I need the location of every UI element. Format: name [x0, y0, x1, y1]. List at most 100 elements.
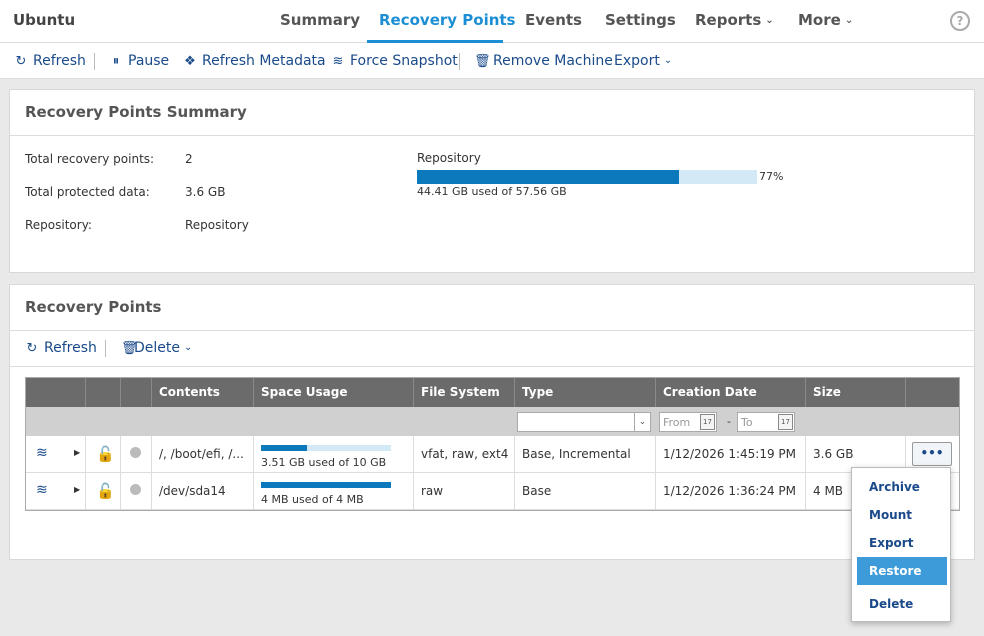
repository-usage-text: 44.41 GB used of 57.56 GB	[417, 185, 567, 198]
chevron-down-icon: ⌄	[634, 413, 650, 431]
header-creation-date[interactable]: Creation Date	[656, 378, 806, 407]
tab-recovery-points-label: Recovery Points	[379, 11, 516, 29]
tab-summary[interactable]: Summary	[280, 11, 360, 29]
space-usage-cell: 4 MB used of 4 MB	[254, 473, 414, 510]
pause-button[interactable]: ⏸ Pause	[109, 53, 169, 69]
space-usage-bar	[261, 445, 391, 451]
from-date-input[interactable]: From 17	[659, 412, 717, 432]
pause-button-label: Pause	[128, 53, 170, 69]
force-snapshot-button[interactable]: ≋ Force Snapshot	[331, 53, 458, 69]
space-usage-text: 3.51 GB used of 10 GB	[261, 456, 387, 469]
creation-date-cell: 1/12/2026 1:36:24 PM	[656, 473, 806, 510]
total-protected-data-label: Total protected data:	[25, 185, 150, 199]
repository-usage-fill	[417, 170, 679, 184]
header-size[interactable]: Size	[806, 378, 906, 407]
menu-item-restore[interactable]: Restore	[857, 557, 947, 585]
type-cell: Base, Incremental	[515, 436, 656, 473]
file-system-cell: raw	[414, 473, 515, 510]
delete-dropdown-button[interactable]: 🗑Delete ⌄	[121, 340, 192, 356]
recovery-points-grid: Contents Space Usage File System Type Cr…	[25, 377, 960, 511]
table-row[interactable]: ≋ ▶ 🔓 /, /boot/efi, /... 3.51 GB used of …	[26, 436, 959, 473]
header-type[interactable]: Type	[515, 378, 656, 407]
unlocked-icon: 🔓	[86, 436, 121, 473]
row-actions-menu: Archive Mount Export Restore Delete	[851, 467, 951, 622]
row-actions-button[interactable]: •••	[912, 442, 952, 466]
recovery-points-panel-title: Recovery Points	[10, 285, 974, 331]
date-range-dash: -	[727, 415, 731, 428]
tab-settings-label: Settings	[605, 11, 676, 29]
tab-events[interactable]: Events	[525, 11, 582, 29]
tab-reports-label: Reports	[695, 11, 762, 29]
grid-header: Contents Space Usage File System Type Cr…	[26, 378, 959, 407]
menu-item-archive[interactable]: Archive	[857, 473, 947, 501]
recovery-points-toolbar: ↻ Refresh 🗑Delete ⌄	[10, 331, 974, 367]
space-usage-cell: 3.51 GB used of 10 GB	[254, 436, 414, 473]
type-filter-select[interactable]: ⌄	[517, 412, 651, 432]
header-lock-col	[86, 378, 121, 407]
tab-events-label: Events	[525, 11, 582, 29]
tab-more[interactable]: More ⌄	[798, 11, 853, 29]
force-snapshot-label: Force Snapshot	[350, 53, 458, 69]
snapshot-icon: ≋	[332, 54, 344, 69]
total-recovery-points-value: 2	[185, 152, 193, 166]
refresh-button[interactable]: ↻ Refresh	[14, 53, 86, 69]
menu-item-mount[interactable]: Mount	[857, 501, 947, 529]
tab-recovery-points[interactable]: Recovery Points	[379, 11, 516, 29]
creation-date-cell: 1/12/2026 1:45:19 PM	[656, 436, 806, 473]
contents-cell: /, /boot/efi, /...	[152, 436, 254, 473]
pause-icon: ⏸	[112, 54, 120, 69]
refresh-icon: ↻	[15, 54, 27, 69]
tab-reports[interactable]: Reports ⌄	[695, 11, 774, 29]
toolbar-divider	[459, 53, 460, 70]
menu-item-delete[interactable]: Delete	[857, 590, 947, 618]
from-date-placeholder: From	[663, 416, 691, 429]
stack-icon: ≋ ▶	[26, 436, 86, 473]
recovery-points-panel: Recovery Points ↻ Refresh 🗑Delete ⌄ Conten…	[9, 284, 975, 560]
chevron-down-icon: ⌄	[184, 342, 193, 353]
header-contents[interactable]: Contents	[152, 378, 254, 407]
summary-panel-title: Recovery Points Summary	[10, 90, 974, 136]
total-recovery-points-label: Total recovery points:	[25, 152, 155, 166]
status-dot-icon	[121, 473, 152, 510]
export-button[interactable]: Export ⌄	[614, 53, 672, 69]
table-row[interactable]: ≋ ▶ 🔓 /dev/sda14 4 MB used of 4 MB raw Ba…	[26, 473, 959, 510]
to-date-placeholder: To	[741, 416, 753, 429]
contents-cell: /dev/sda14	[152, 473, 254, 510]
tab-more-label: More	[798, 11, 841, 29]
repository-value: Repository	[185, 218, 249, 232]
remove-machine-label: Remove Machine	[493, 53, 613, 69]
tab-settings[interactable]: Settings	[605, 11, 676, 29]
machine-toolbar: ↻ Refresh ⏸ Pause ❖ Refresh Metadata ≋ Force…	[0, 43, 984, 79]
remove-machine-button[interactable]: 🗑 Remove Machine	[474, 53, 613, 69]
refresh-icon: ↻	[26, 341, 38, 356]
menu-item-export[interactable]: Export	[857, 529, 947, 557]
space-usage-text: 4 MB used of 4 MB	[261, 493, 364, 506]
recovery-refresh-label: Refresh	[44, 340, 97, 356]
refresh-metadata-label: Refresh Metadata	[202, 53, 326, 69]
to-date-input[interactable]: To 17	[737, 412, 795, 432]
header-icon-col	[26, 378, 86, 407]
tab-summary-label: Summary	[280, 11, 361, 29]
header-space-usage[interactable]: Space Usage	[254, 378, 414, 407]
help-icon[interactable]: ?	[950, 11, 970, 31]
space-usage-fill	[261, 482, 391, 488]
grid-filter-row	[26, 407, 959, 436]
total-protected-data-value: 3.6 GB	[185, 185, 226, 199]
calendar-icon[interactable]: 17	[778, 414, 793, 430]
chevron-down-icon: ⌄	[663, 55, 673, 66]
repository-usage-title: Repository	[417, 151, 481, 165]
recovery-refresh-button[interactable]: ↻ Refresh	[25, 340, 97, 356]
recovery-points-summary-panel: Recovery Points Summary Total recovery p…	[9, 89, 975, 273]
trash-icon: 🗑	[121, 341, 138, 356]
expand-arrow-icon[interactable]: ▶	[74, 485, 80, 494]
stack-icon: ≋ ▶	[26, 473, 86, 510]
space-usage-bar	[261, 482, 391, 488]
toolbar-divider	[105, 340, 106, 357]
header-file-system[interactable]: File System	[414, 378, 515, 407]
repository-usage-percent: 77%	[759, 170, 784, 183]
expand-arrow-icon[interactable]: ▶	[74, 448, 80, 457]
calendar-icon[interactable]: 17	[700, 414, 715, 430]
refresh-metadata-button[interactable]: ❖ Refresh Metadata	[183, 53, 326, 69]
space-usage-fill	[261, 445, 307, 451]
chevron-down-icon: ⌄	[844, 15, 854, 26]
